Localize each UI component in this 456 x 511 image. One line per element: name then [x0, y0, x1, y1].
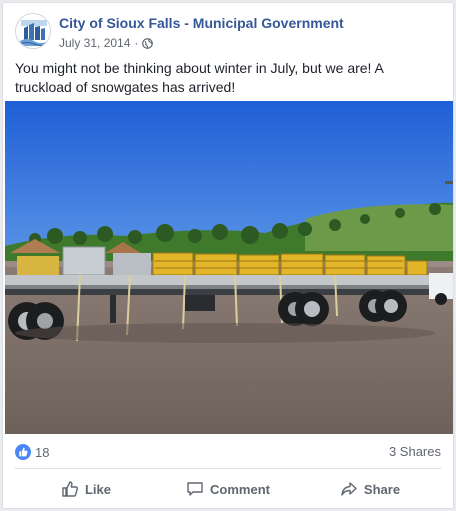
post-stats: 18 3 Shares [15, 443, 441, 463]
meta-separator: · [134, 36, 139, 50]
like-count: 18 [35, 444, 50, 460]
post-header: City of Sioux Falls - Municipal Governme… [15, 13, 435, 55]
post-date[interactable]: July 31, 2014 [59, 36, 130, 50]
reaction-summary[interactable]: 18 [15, 444, 49, 460]
post-card: City of Sioux Falls - Municipal Governme… [2, 2, 454, 509]
like-label: Like [84, 481, 111, 497]
post-text: You might not be thinking about winter i… [15, 60, 384, 95]
thumbs-up-icon [62, 481, 78, 497]
comment-label: Comment [210, 481, 270, 497]
share-icon [341, 482, 357, 496]
shares-count[interactable]: 3 Shares [389, 444, 441, 459]
like-reaction-icon [15, 444, 31, 460]
share-label: Share [363, 481, 401, 497]
divider [15, 468, 441, 469]
like-button[interactable]: Like [15, 473, 157, 505]
action-bar: Like Comment Share [15, 473, 441, 505]
post-meta: July 31, 2014 · [59, 36, 154, 50]
page-name-link[interactable]: City of Sioux Falls - Municipal Governme… [59, 15, 344, 31]
globe-icon[interactable] [142, 37, 154, 49]
post-photo[interactable] [5, 101, 453, 434]
comment-icon [187, 482, 203, 496]
share-button[interactable]: Share [299, 473, 441, 505]
page-avatar[interactable] [15, 13, 51, 49]
comment-button[interactable]: Comment [157, 473, 299, 505]
